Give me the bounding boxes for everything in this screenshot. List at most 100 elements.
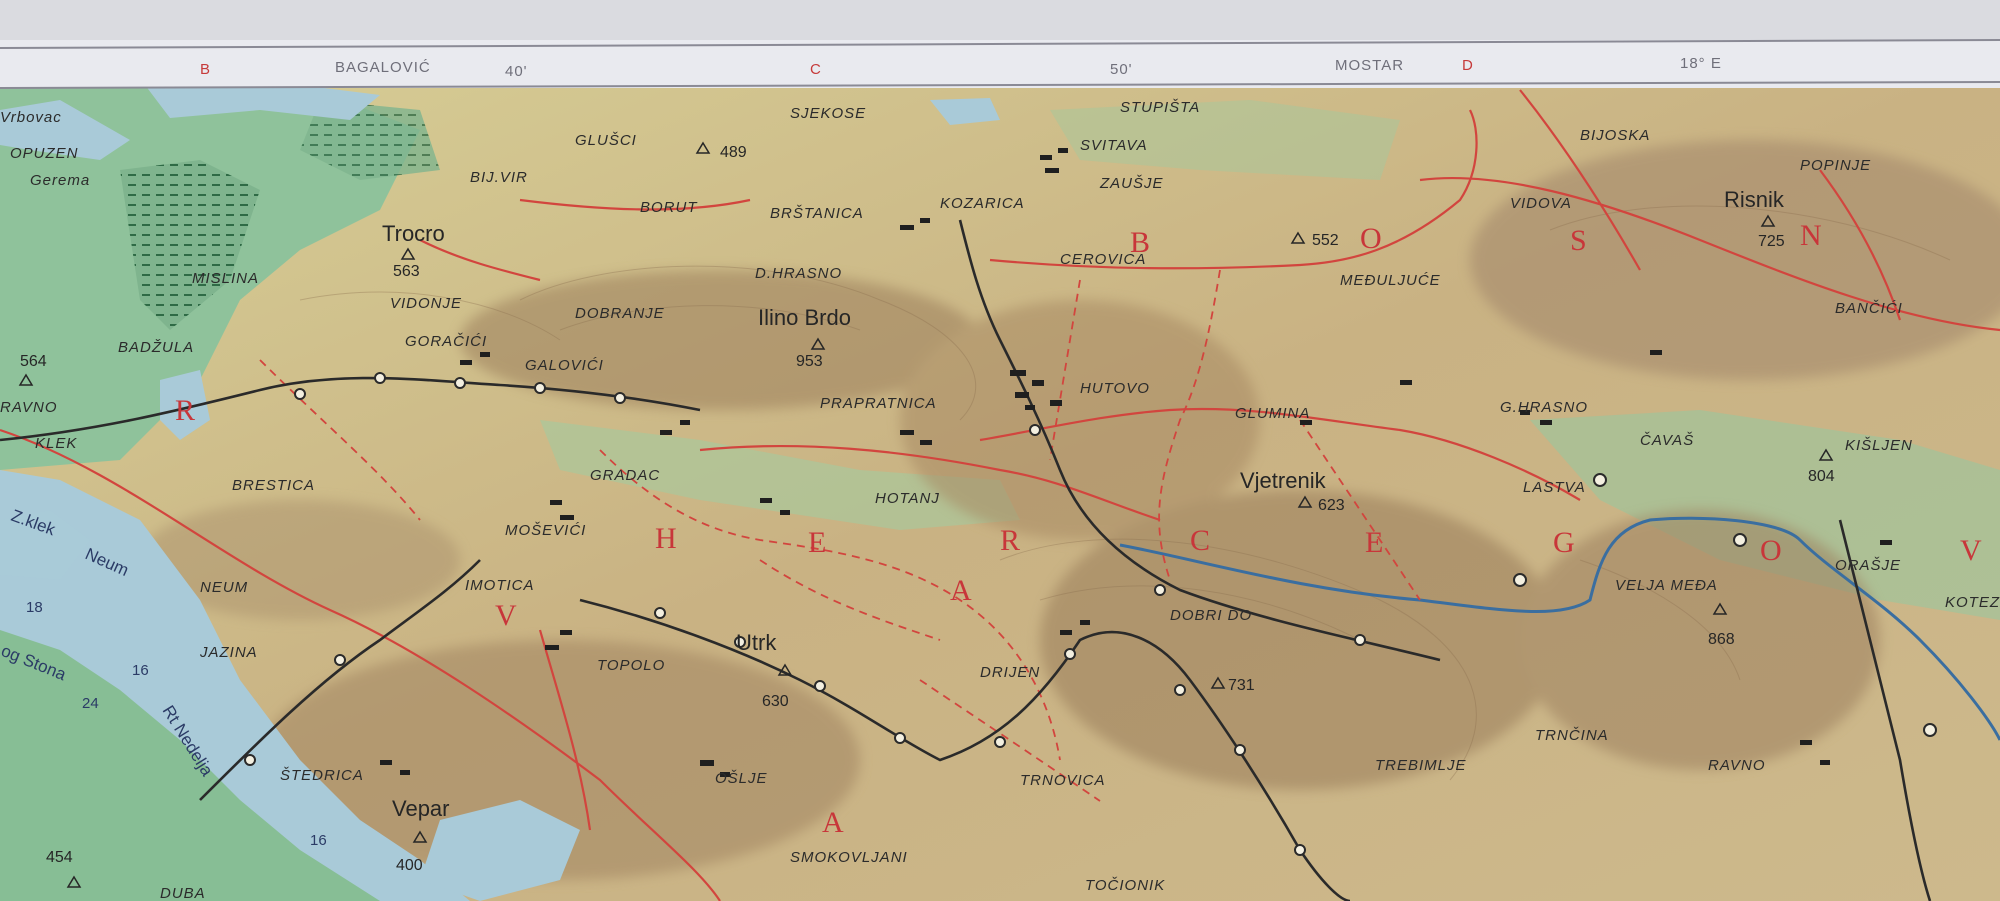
place-label: SVITAVA	[1080, 137, 1148, 154]
place-label: POPINJE	[1800, 157, 1871, 174]
water-depth: 18	[26, 599, 43, 616]
place-label: DOBRANJE	[575, 305, 665, 322]
place-label: D.HRASNO	[755, 265, 842, 282]
region-letter: N	[1800, 219, 1822, 252]
place-label: TRNČINA	[1535, 727, 1609, 744]
region-letter: H	[655, 522, 677, 555]
place-label: SMOKOVLJANI	[790, 849, 908, 866]
place-label: STUPIŠTA	[1120, 99, 1200, 116]
peak-elevation: 623	[1318, 497, 1345, 514]
region-letter: G	[1553, 526, 1575, 559]
border-tick-18e: 18° E	[1680, 55, 1722, 72]
place-label: SJEKOSE	[790, 105, 866, 122]
region-letter: R	[175, 394, 195, 427]
place-label: CEROVICA	[1060, 251, 1146, 268]
place-label: ŠTEDRICA	[280, 767, 364, 784]
place-label: HUTOVO	[1080, 380, 1150, 397]
peak-name: Vepar	[392, 796, 450, 821]
place-label: Gerema	[30, 172, 90, 189]
place-label: BANČIĆI	[1835, 300, 1903, 317]
region-letter: A	[822, 806, 844, 839]
region-letter: O	[1360, 222, 1382, 255]
place-label: RAVNO	[0, 399, 58, 416]
place-label: GRADAC	[590, 467, 660, 484]
region-letter: C	[1190, 524, 1210, 557]
place-label: OŠLJE	[715, 770, 768, 787]
place-label: GALOVIĆI	[525, 357, 604, 374]
place-label: HOTANJ	[875, 490, 940, 507]
place-label: KOTEZ	[1945, 594, 2000, 611]
peak-elevation: 564	[20, 353, 47, 370]
place-label: GLUMINA	[1235, 405, 1310, 422]
region-letter: E	[1365, 526, 1383, 559]
border-tick-mostar: MOSTAR	[1335, 57, 1404, 74]
region-letter: S	[1570, 224, 1587, 257]
place-label: OPUZEN	[10, 145, 79, 162]
region-letter: E	[808, 526, 826, 559]
place-label: MISLINA	[192, 270, 259, 287]
place-label: PRAPRATNICA	[820, 395, 937, 412]
peak-elevation: 552	[1312, 232, 1339, 249]
place-label: DUBA	[160, 885, 206, 901]
border-tick-d: D	[1462, 57, 1473, 74]
place-label: BORUT	[640, 199, 698, 216]
region-letter: A	[950, 574, 972, 607]
topographic-map: B BAGALOVIĆ 40' C 50' MOSTAR D 18° E H E…	[0, 0, 2000, 901]
place-label: BADŽULA	[118, 339, 194, 356]
place-label: Vrbovac	[0, 109, 62, 126]
place-label: KIŠLJEN	[1845, 437, 1913, 454]
place-label: DRIJEN	[980, 664, 1040, 681]
place-label: NEUM	[200, 579, 248, 596]
place-label: DOBRI DO	[1170, 607, 1252, 624]
place-label: JAZINA	[199, 644, 258, 661]
peak-elevation: 725	[1758, 233, 1785, 250]
peak-elevation: 804	[1808, 468, 1835, 485]
peak-elevation: 630	[762, 693, 789, 710]
border-tick-b: B	[200, 61, 210, 78]
border-tick-40: 40'	[505, 63, 528, 80]
border-tick-c: C	[810, 61, 821, 78]
region-letter: V	[1960, 534, 1982, 567]
place-label: VIDONJE	[390, 295, 462, 312]
place-label: ČAVAŠ	[1640, 432, 1694, 449]
place-label: BIJ.VIR	[470, 169, 528, 186]
place-label: BRŠTANICA	[770, 205, 864, 222]
place-label: TOČIONIK	[1085, 877, 1165, 894]
place-label: KOZARICA	[940, 195, 1025, 212]
border-tick-50: 50'	[1110, 61, 1133, 78]
peak-name: Utrk	[736, 630, 777, 655]
water-depth: 16	[310, 832, 327, 849]
water-depth: 16	[132, 662, 149, 679]
region-letter: V	[495, 599, 517, 632]
place-label: IMOTICA	[465, 577, 535, 594]
peak-elevation: 868	[1708, 631, 1735, 648]
water-depth: 24	[82, 695, 99, 712]
peak-name: Ilino Brdo	[758, 305, 851, 330]
place-label: GORAČIĆI	[405, 333, 487, 350]
place-label: MEĐULJUĆE	[1340, 272, 1441, 289]
peak-elevation: 400	[396, 857, 423, 874]
peak-elevation: 454	[46, 849, 73, 866]
place-label: TRNOVICA	[1020, 772, 1106, 789]
peak-name: Vjetrenik	[1240, 468, 1327, 493]
peak-elevation: 563	[393, 263, 420, 280]
peak-name: Risnik	[1724, 187, 1785, 212]
peak-name: Trocro	[382, 221, 445, 246]
place-label: LASTVA	[1523, 479, 1586, 496]
peak-elevation: 731	[1228, 677, 1255, 694]
top-border	[0, 0, 2000, 89]
peak-elevation: 489	[720, 144, 747, 161]
region-letter: R	[1000, 524, 1020, 557]
place-label: VELJA MEĐA	[1615, 577, 1718, 594]
map-photo: B BAGALOVIĆ 40' C 50' MOSTAR D 18° E H E…	[0, 0, 2000, 901]
place-label: RAVNO	[1708, 757, 1766, 774]
place-label: MOŠEVIĆI	[505, 522, 586, 539]
place-label: BIJOSKA	[1580, 127, 1650, 144]
region-letter: O	[1760, 534, 1782, 567]
place-label: G.HRASNO	[1500, 399, 1588, 416]
place-label: TREBIMLJE	[1375, 757, 1467, 774]
place-label: BRESTICA	[232, 477, 315, 494]
place-label: GLUŠCI	[575, 132, 637, 149]
place-label: ORAŠJE	[1835, 557, 1901, 574]
peak-elevation: 953	[796, 353, 823, 370]
